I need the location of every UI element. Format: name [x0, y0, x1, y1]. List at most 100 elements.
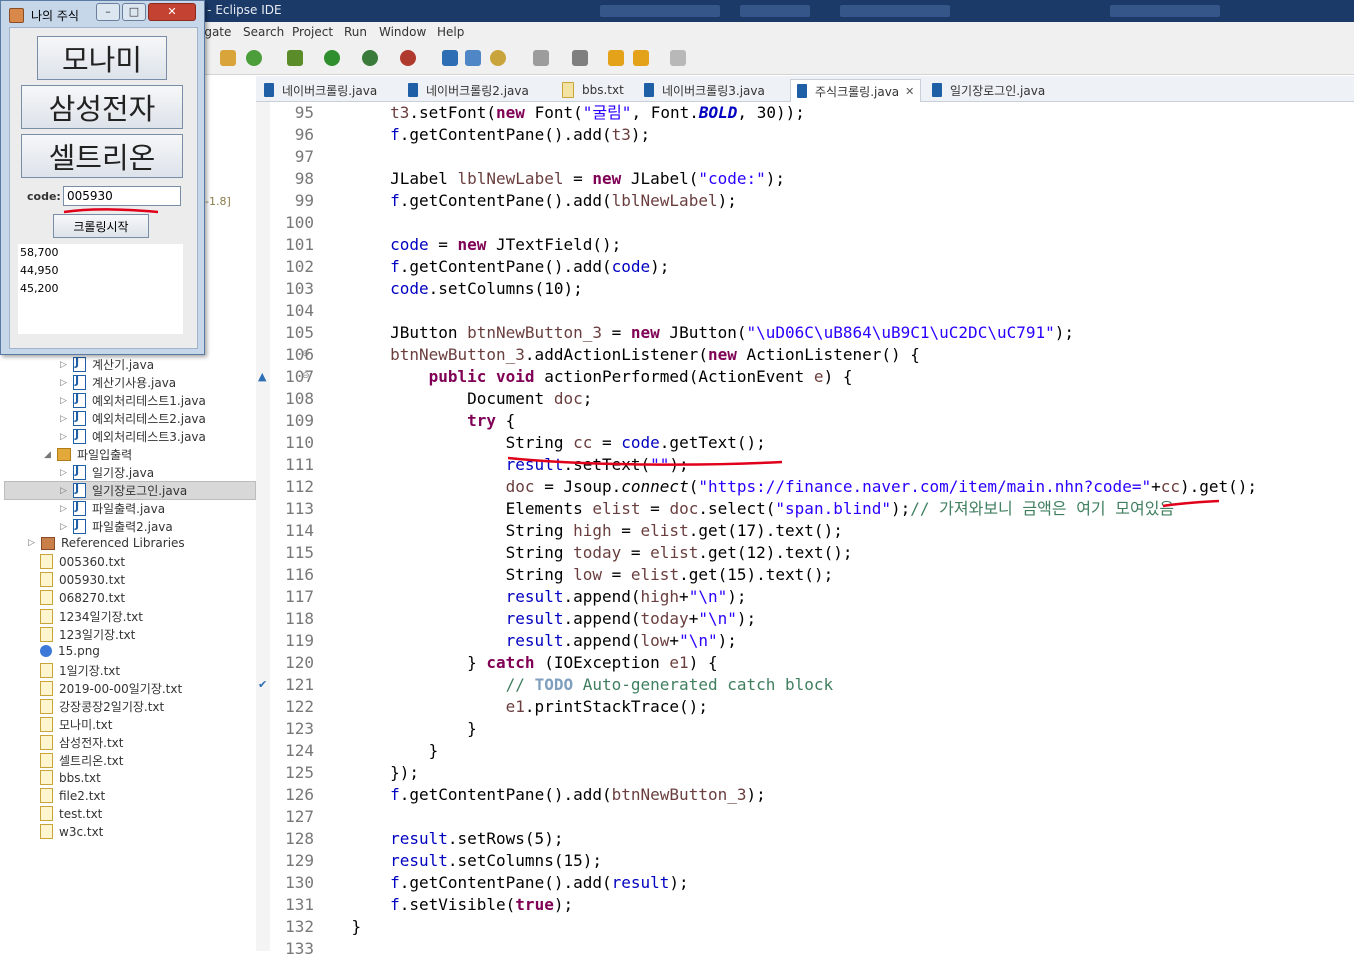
java-file-icon [797, 84, 807, 98]
titlebar-blurred-area [1110, 5, 1220, 17]
todo-tag: TODO [534, 675, 574, 694]
external-tools-icon[interactable] [400, 50, 416, 66]
annotation-icon[interactable] [533, 50, 549, 66]
search-icon[interactable] [490, 50, 506, 66]
java-file-icon [73, 464, 86, 480]
line-number: 102 [285, 257, 314, 276]
text-file-icon [40, 717, 53, 732]
tab-주식크롤링[interactable]: 주식크롤링.java ✕ [790, 79, 922, 102]
tree-item-file[interactable]: file2.txt [40, 788, 105, 803]
tree-item-file[interactable]: 068270.txt [40, 590, 125, 605]
menu-run[interactable]: Run [344, 25, 367, 39]
tree-label: 셀트리온.txt [59, 754, 124, 768]
code-editor[interactable]: 95 96 97 98 99 100 101 102 103 104 105 106 107 108 109… [256, 102, 1354, 958]
tab-일기장로그인[interactable]: 일기장로그인.java [932, 79, 1045, 101]
tree-item-file[interactable]: test.txt [40, 806, 102, 821]
line-number: 118 [285, 609, 314, 628]
java-file-icon [73, 410, 86, 426]
tree-item-file[interactable]: 005360.txt [40, 554, 125, 569]
tree-item-계산기사용[interactable]: ▷계산기사용.java [60, 374, 176, 391]
start-crawl-button[interactable]: 크롤링시작 [53, 214, 149, 238]
tree-item-referenced-libraries[interactable]: ▷ Referenced Libraries [28, 536, 185, 550]
samsung-button[interactable]: 삼성전자 [21, 85, 183, 129]
fold-icon[interactable]: ⊖ [302, 349, 310, 359]
debug-icon[interactable] [287, 50, 303, 66]
monami-button[interactable]: 모나미 [37, 36, 167, 80]
tab-네이버크롤링3[interactable]: 네이버크롤링3.java [644, 79, 765, 101]
tree-label: 삼성전자.txt [59, 736, 124, 750]
text-file-icon [40, 663, 53, 678]
celltrion-button[interactable]: 셀트리온 [21, 134, 183, 178]
result-textarea[interactable]: 58,700 44,950 45,200 [18, 244, 183, 334]
tree-item-file[interactable]: 123일기장.txt [40, 626, 135, 643]
tree-item-file[interactable]: w3c.txt [40, 824, 103, 839]
forward-icon[interactable] [670, 50, 686, 66]
tree-item-file[interactable]: 005930.txt [40, 572, 125, 587]
tree-label: 005930.txt [59, 572, 126, 587]
pin-icon[interactable] [572, 50, 588, 66]
menu-window[interactable]: Window [379, 25, 426, 39]
tree-item-예외처리테스트2[interactable]: ▷예외처리테스트2.java [60, 410, 206, 427]
tree-label: 15.png [58, 644, 100, 658]
tree-item-file[interactable]: 1일기장.txt [40, 662, 120, 679]
fold-icon[interactable]: ⊖ [302, 371, 310, 381]
menu-help[interactable]: Help [437, 25, 464, 39]
tab-네이버크롤링2[interactable]: 네이버크롤링2.java [408, 79, 529, 101]
java-file-icon [73, 500, 86, 516]
code-line: result.setColumns(15); [390, 851, 602, 870]
tree-item-예외처리테스트1[interactable]: ▷예외처리테스트1.java [60, 392, 206, 409]
tree-label: 1234일기장.txt [59, 610, 143, 624]
tree-item-file[interactable]: 2019-00-00일기장.txt [40, 680, 182, 697]
line-number: 110 [285, 433, 314, 452]
tree-item-일기장[interactable]: ▷일기장.java [60, 464, 154, 481]
tree-item-file[interactable]: bbs.txt [40, 770, 101, 785]
tree-item-file[interactable]: 삼성전자.txt [40, 734, 124, 751]
tree-item-file[interactable]: 모나미.txt [40, 716, 112, 733]
minimize-button[interactable]: – [96, 3, 120, 21]
line-number: 111 [285, 455, 314, 474]
code-line: btnNewButton_3.addActionListener(new Act… [390, 345, 920, 364]
tab-bbs[interactable]: bbs.txt [562, 79, 624, 101]
code-line: }); [313, 763, 419, 782]
text-file-icon [562, 82, 574, 98]
coverage-icon[interactable] [362, 50, 378, 66]
tree-label: 파일출력2.java [92, 520, 173, 534]
line-number: 96 [294, 125, 314, 144]
tree-label: 068270.txt [59, 590, 126, 605]
close-icon[interactable]: ✕ [905, 85, 914, 98]
tree-item-파일출력2[interactable]: ▷파일출력2.java [60, 518, 173, 535]
line-number: 122 [285, 697, 314, 716]
code-line: } catch (IOException e1) { [313, 653, 718, 672]
code-line: } [313, 719, 477, 738]
tree-item-파일출력[interactable]: ▷파일출력.java [60, 500, 165, 517]
open-task-icon[interactable] [465, 50, 481, 66]
override-marker-icon: ▲ [258, 370, 267, 383]
tree-item-file[interactable]: 셀트리온.txt [40, 752, 124, 769]
open-type-icon[interactable] [442, 50, 458, 66]
line-number: 114 [285, 521, 314, 540]
stock-window-body: 모나미 삼성전자 셀트리온 code: 크롤링시작 58,700 44,950 … [9, 27, 198, 349]
menu-project[interactable]: Project [292, 25, 333, 39]
menu-search[interactable]: Search [243, 25, 284, 39]
tree-item-파일입출력[interactable]: ◢ 파일입출력 [44, 446, 132, 463]
close-button[interactable]: ✕ [148, 3, 196, 21]
tree-item-file[interactable]: 강장콩장2일기장.txt [40, 698, 164, 715]
maximize-button[interactable]: □ [122, 3, 146, 21]
refresh-icon[interactable] [246, 50, 262, 66]
tab-label: bbs.txt [582, 83, 624, 97]
menu-navigate[interactable]: igate [201, 25, 231, 39]
run-icon[interactable] [324, 50, 340, 66]
code-line: String today = elist.get(12).text(); [313, 543, 853, 562]
back-icon[interactable] [633, 50, 649, 66]
last-edit-icon[interactable] [608, 50, 624, 66]
new-icon[interactable] [220, 50, 236, 66]
stock-window-titlebar: 나의 주식 – □ ✕ [1, 1, 204, 27]
tree-item-계산기[interactable]: ▷계산기.java [60, 356, 154, 373]
code-input[interactable] [63, 186, 181, 206]
tree-item-예외처리테스트3[interactable]: ▷예외처리테스트3.java [60, 428, 206, 445]
task-marker-icon: ✔ [258, 678, 268, 691]
tree-item-일기장로그인[interactable]: ▷일기장로그인.java [4, 481, 256, 500]
tree-item-file[interactable]: 15.png [40, 644, 100, 658]
tab-네이버크롤링[interactable]: 네이버크롤링.java [264, 79, 377, 101]
tree-item-file[interactable]: 1234일기장.txt [40, 608, 143, 625]
